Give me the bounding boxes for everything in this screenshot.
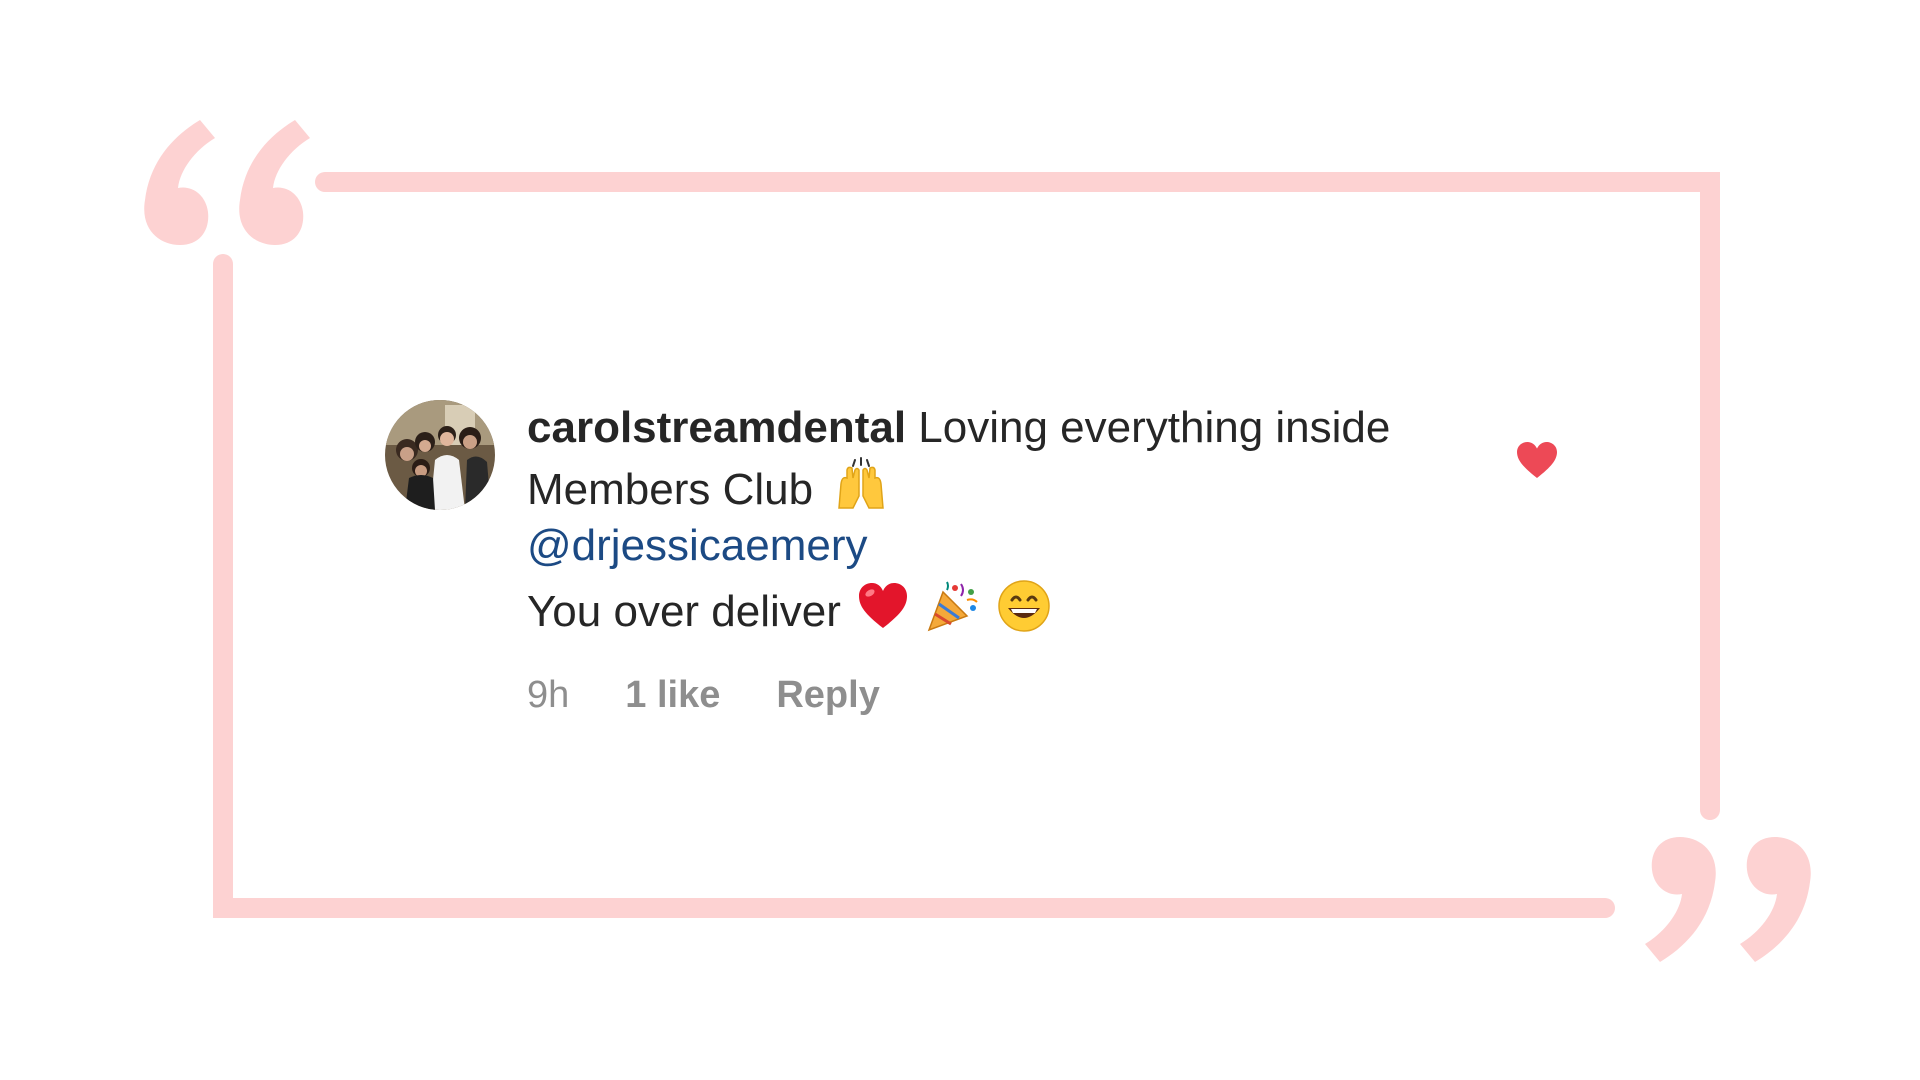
comment-username[interactable]: carolstreamdental xyxy=(527,403,906,452)
raised-hands-icon xyxy=(833,456,889,512)
open-quote-icon xyxy=(144,120,310,245)
comment-line2: You over deliver xyxy=(527,578,1427,640)
like-heart-icon[interactable] xyxy=(1515,440,1559,480)
comment-body: carolstreamdental Loving everything insi… xyxy=(527,400,1427,717)
mention-link[interactable]: @drjessicaemery xyxy=(527,518,1427,574)
comment-text-line2: You over deliver xyxy=(527,587,841,636)
avatar[interactable] xyxy=(385,400,495,510)
comment-text: carolstreamdental Loving everything insi… xyxy=(527,400,1427,640)
reply-button[interactable]: Reply xyxy=(776,674,879,717)
grinning-face-icon xyxy=(996,578,1052,634)
comment-timestamp: 9h xyxy=(527,674,570,716)
comment-meta: 9h 1 like Reply xyxy=(527,674,1427,717)
likes-count-link[interactable]: 1 like xyxy=(625,674,720,717)
party-popper-icon xyxy=(925,578,981,634)
close-quote-icon xyxy=(1645,837,1811,962)
red-heart-icon xyxy=(855,578,911,634)
